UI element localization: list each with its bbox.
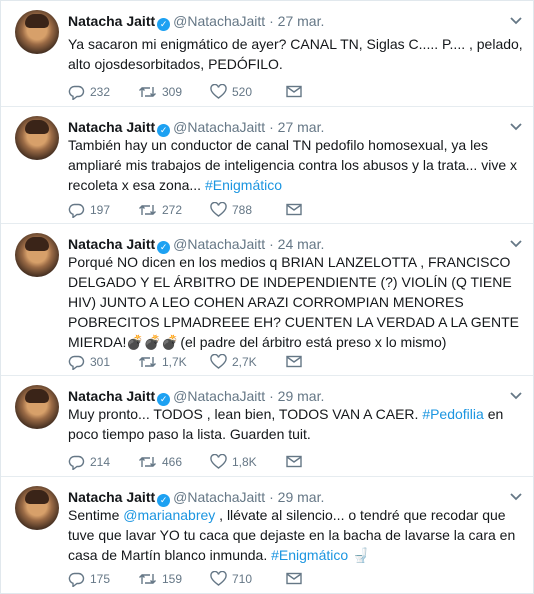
heart-icon	[210, 571, 227, 587]
tweet[interactable]: Natacha Jaitt ✓ @NatachaJaitt · 24 mar. Po…	[1, 224, 533, 376]
reply-count: 175	[90, 571, 111, 586]
author-name[interactable]: Natacha Jaitt	[68, 119, 155, 135]
retweet-count: 159	[162, 571, 183, 586]
like-button[interactable]: 1,8K	[210, 452, 257, 470]
like-count: 520	[232, 84, 253, 99]
retweet-count: 466	[162, 454, 183, 469]
direct-message-button[interactable]	[286, 569, 307, 587]
like-button[interactable]: 520	[210, 82, 252, 100]
direct-message-button[interactable]	[286, 82, 307, 100]
chevron-down-icon[interactable]	[509, 15, 523, 25]
chevron-down-icon[interactable]	[509, 121, 523, 131]
author-handle[interactable]: @NatachaJaitt	[173, 119, 265, 135]
reply-count: 232	[90, 84, 111, 99]
retweet-icon	[139, 573, 156, 584]
author-name[interactable]: Natacha Jaitt	[68, 13, 155, 29]
avatar[interactable]	[15, 116, 59, 160]
bomb-emoji: 💣 💣 💣	[126, 334, 178, 350]
author-name[interactable]: Natacha Jaitt	[68, 236, 155, 252]
tweet-header: Natacha Jaitt ✓ @NatachaJaitt · 27 mar.	[68, 13, 325, 31]
hashtag-link[interactable]: #Enigmático	[205, 177, 282, 193]
tweet-text: Porqué NO dicen en los medios q BRIAN LA…	[68, 254, 519, 350]
like-button[interactable]: 2,7K	[210, 352, 257, 370]
author-handle[interactable]: @NatachaJaitt	[173, 236, 265, 252]
chevron-down-icon[interactable]	[509, 238, 523, 248]
hashtag-link[interactable]: #Enigmático	[271, 547, 348, 563]
avatar[interactable]	[15, 233, 59, 277]
tweet-date[interactable]: 27 mar.	[278, 119, 325, 135]
retweet-count: 272	[162, 202, 183, 217]
heart-icon	[210, 202, 227, 218]
verified-badge-icon: ✓	[157, 18, 171, 31]
like-count: 2,7K	[232, 354, 257, 369]
direct-message-button[interactable]	[286, 352, 307, 370]
retweet-icon	[139, 86, 156, 97]
reply-count: 214	[90, 454, 111, 469]
retweet-button[interactable]: 1,7K	[138, 352, 187, 370]
like-count: 1,8K	[232, 454, 257, 469]
tweet-text: Ya sacaron mi enigmático de ayer? CANAL …	[68, 36, 523, 72]
heart-icon	[210, 84, 227, 100]
reply-icon	[68, 203, 85, 219]
reply-icon	[68, 455, 85, 471]
reply-button[interactable]: 214	[68, 452, 111, 471]
tweet-text: Muy pronto... TODOS , lean bien, TODOS V…	[68, 406, 504, 442]
reply-count: 197	[90, 202, 111, 217]
like-button[interactable]: 788	[210, 200, 252, 218]
tweet[interactable]: Natacha Jaitt ✓ @NatachaJaitt · 29 mar. Mu…	[1, 376, 533, 477]
envelope-icon	[286, 204, 302, 216]
mention-link[interactable]: @marianabrey	[123, 507, 215, 523]
retweet-button[interactable]: 272	[138, 200, 182, 218]
reply-button[interactable]: 197	[68, 200, 111, 219]
retweet-icon	[139, 456, 156, 467]
tweet[interactable]: Natacha Jaitt ✓ @NatachaJaitt · 29 mar. Se…	[1, 477, 533, 593]
author-handle[interactable]: @NatachaJaitt	[173, 13, 265, 29]
author-handle[interactable]: @NatachaJaitt	[173, 489, 265, 505]
retweet-button[interactable]: 159	[138, 569, 182, 587]
chevron-down-icon[interactable]	[509, 491, 523, 501]
like-button[interactable]: 710	[210, 569, 252, 587]
heart-icon	[210, 454, 227, 470]
avatar[interactable]	[15, 10, 59, 54]
envelope-icon	[286, 86, 302, 98]
envelope-icon	[286, 456, 302, 468]
heart-icon	[210, 354, 227, 370]
chevron-down-icon[interactable]	[509, 390, 523, 400]
reply-count: 301	[90, 354, 111, 369]
reply-icon	[68, 572, 85, 588]
reply-icon	[68, 85, 85, 101]
tweet-date[interactable]: 24 mar.	[278, 236, 325, 252]
reply-button[interactable]: 175	[68, 569, 111, 588]
retweet-button[interactable]: 309	[138, 82, 182, 100]
direct-message-button[interactable]	[286, 200, 307, 218]
tweet-text: También hay un conductor de canal TN ped…	[68, 137, 517, 193]
tweet-date[interactable]: 27 mar.	[278, 13, 325, 29]
direct-message-button[interactable]	[286, 452, 307, 470]
tweet[interactable]: Natacha Jaitt ✓ @NatachaJaitt · 27 mar. Ya…	[1, 1, 533, 107]
tweet-date[interactable]: 29 mar.	[278, 388, 325, 404]
reply-button[interactable]: 301	[68, 352, 111, 371]
reply-icon	[68, 355, 85, 371]
reply-button[interactable]: 232	[68, 82, 111, 101]
author-name[interactable]: Natacha Jaitt	[68, 489, 155, 505]
tweet-date[interactable]: 29 mar.	[278, 489, 325, 505]
hashtag-link[interactable]: #Pedofilia	[422, 406, 484, 422]
envelope-icon	[286, 356, 302, 368]
author-name[interactable]: Natacha Jaitt	[68, 388, 155, 404]
retweet-button[interactable]: 466	[138, 452, 182, 470]
retweet-count: 1,7K	[162, 354, 187, 369]
avatar[interactable]	[15, 486, 59, 530]
avatar[interactable]	[15, 385, 59, 429]
like-count: 710	[232, 571, 253, 586]
retweet-count: 309	[162, 84, 183, 99]
author-handle[interactable]: @NatachaJaitt	[173, 388, 265, 404]
toilet-emoji: 🚽	[352, 547, 370, 563]
retweet-icon	[139, 356, 156, 367]
tweet[interactable]: Natacha Jaitt ✓ @NatachaJaitt · 27 mar. Ta…	[1, 107, 533, 224]
retweet-icon	[139, 204, 156, 215]
like-count: 788	[232, 202, 253, 217]
tweet-text: Sentime @marianabrey , llévate al silenc…	[68, 507, 516, 563]
tweet-timeline: Natacha Jaitt ✓ @NatachaJaitt · 27 mar. Ya…	[0, 0, 534, 594]
envelope-icon	[286, 573, 302, 585]
